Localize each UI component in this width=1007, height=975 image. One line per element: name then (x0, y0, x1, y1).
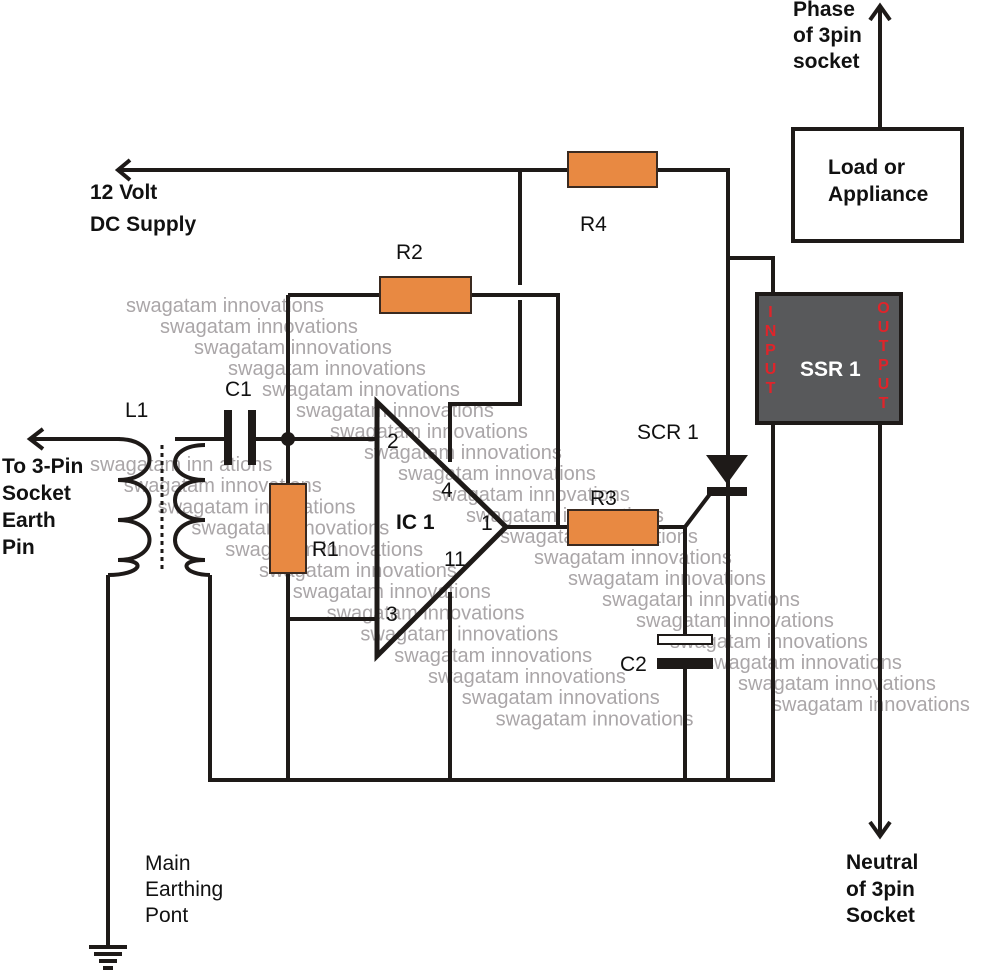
watermark-text: swagatam innovations (398, 463, 596, 485)
r3-label: R3 (590, 487, 617, 510)
load-label: Load or (828, 156, 905, 179)
supply-label: DC Supply (90, 213, 196, 236)
pin-label: 3 (386, 603, 398, 626)
ssr-input-label: INPUT (762, 304, 779, 399)
main-earth-label: Main (145, 852, 191, 875)
phase-label: socket (793, 50, 860, 73)
circuit-diagram: swagatam innovations swagatam innovations… (0, 0, 1007, 975)
watermark-text: swagatam innovations (704, 652, 902, 674)
ic1-label: IC 1 (396, 511, 435, 534)
ground-icon (89, 945, 127, 970)
resistor-r4 (567, 151, 658, 188)
main-earth-label: Pont (145, 904, 188, 927)
watermark-text: swagatam innovations (602, 589, 800, 611)
earth-pin-label: Pin (2, 536, 35, 559)
watermark-text: swagatam innovations (428, 666, 626, 688)
l1-label: L1 (125, 399, 148, 422)
earth-pin-label: Socket (2, 482, 71, 505)
watermark-text: swagatam innovations (462, 687, 660, 709)
c1-label: C1 (225, 378, 252, 401)
resistor-r2 (379, 276, 472, 314)
scr1-label: SCR 1 (637, 421, 699, 444)
watermark-text: swagatam innovations (126, 295, 324, 317)
watermark-text: swagatam innovations (262, 379, 460, 401)
watermark-text: swagatam innovations (568, 568, 766, 590)
watermark-text: swagatam innovations (772, 694, 970, 716)
phase-label: Phase (793, 0, 855, 21)
load-label: Appliance (828, 183, 928, 206)
pin-label: 2 (387, 430, 399, 453)
c2-label: C2 (620, 653, 647, 676)
pin-label: 4 (441, 479, 453, 502)
watermark-text: swagatam innovations (738, 673, 936, 695)
watermark-text: swagatam innovations (293, 581, 491, 603)
watermark-text: swagatam innovations (160, 316, 358, 338)
resistor-r1 (269, 483, 307, 574)
watermark-text: swagatam innovations (194, 337, 392, 359)
r2-label: R2 (396, 241, 423, 264)
earth-pin-label: Earth (2, 509, 56, 532)
earth-pin-label: To 3-Pin (2, 455, 83, 478)
supply-label: 12 Volt (90, 181, 157, 204)
neutral-label: Socket (846, 904, 915, 927)
phase-label: of 3pin (793, 24, 862, 47)
ssr-output-label: OUTPUT (875, 300, 892, 414)
r1-label: R1 (312, 538, 339, 561)
resistor-r3 (567, 509, 659, 546)
neutral-label: Neutral (846, 851, 918, 874)
main-earth-label: Earthing (145, 878, 223, 901)
pin-label: 11 (444, 548, 466, 571)
scr-icon (706, 455, 748, 496)
watermark-text: swagatam innovations (534, 547, 732, 569)
r4-label: R4 (580, 213, 607, 236)
junction-dot (281, 432, 295, 446)
watermark-text: swagatam innovations (394, 645, 592, 667)
watermark-text: swagatam innovations (636, 610, 834, 632)
watermark-text: swagatam innovations (228, 358, 426, 380)
pin-label: 1 (481, 512, 493, 535)
ssr1-label: SSR 1 (800, 358, 861, 381)
neutral-label: of 3pin (846, 878, 915, 901)
watermark-text: swagatam innovations (496, 708, 694, 730)
